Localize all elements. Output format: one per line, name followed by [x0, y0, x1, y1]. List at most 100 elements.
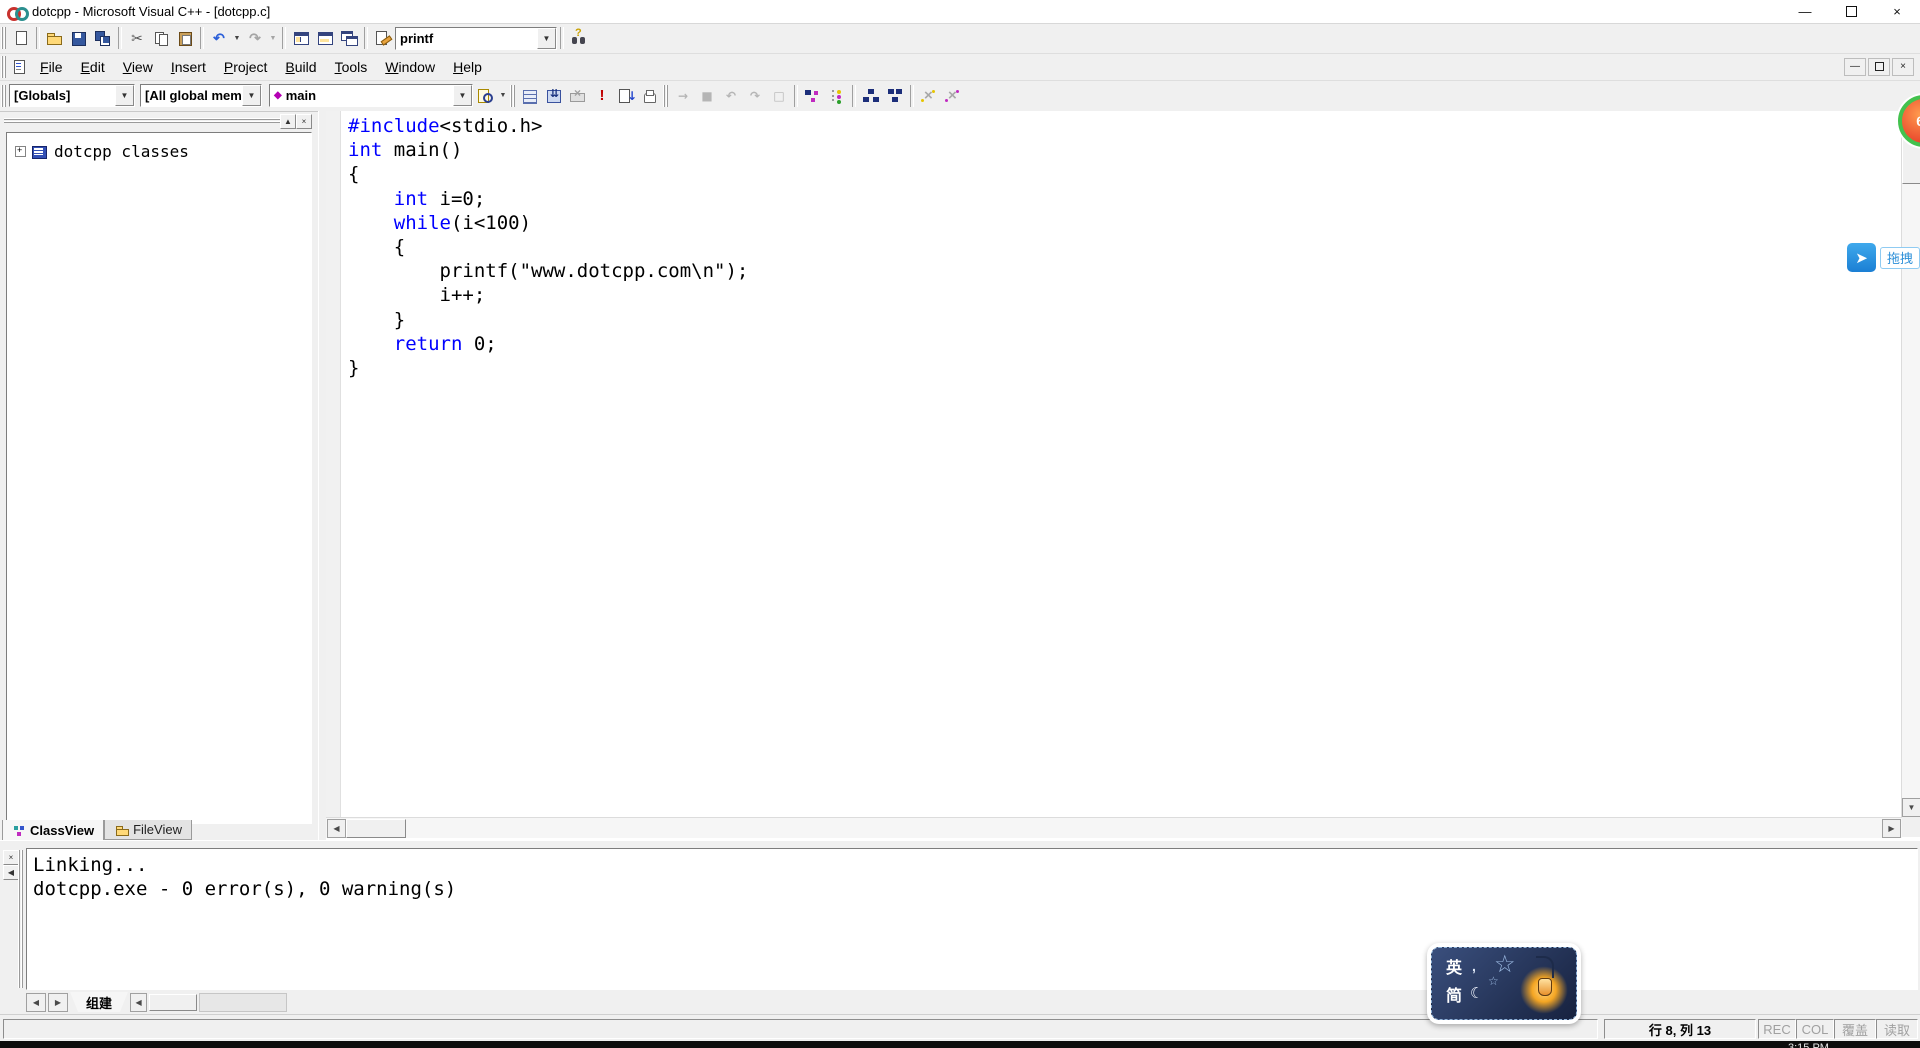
- save-button[interactable]: [67, 26, 91, 50]
- compile-button[interactable]: [518, 84, 542, 108]
- member-list-button[interactable]: [825, 84, 849, 108]
- callers-button[interactable]: [917, 84, 941, 108]
- toggle-workspace-button[interactable]: [289, 26, 313, 50]
- build-button[interactable]: [542, 84, 566, 108]
- member-combo-value[interactable]: ◆ main: [270, 85, 453, 106]
- tree-root-item[interactable]: dotcpp classes: [7, 133, 311, 161]
- stop-build-button[interactable]: [566, 84, 590, 108]
- workspace-pin-button[interactable]: ▲: [280, 114, 296, 129]
- window-list-button[interactable]: [337, 26, 361, 50]
- workspace-close-button[interactable]: ×: [296, 114, 312, 129]
- tab-scroll-right-icon[interactable]: ▶: [48, 993, 68, 1012]
- build-toolbar-gripper[interactable]: [510, 85, 515, 107]
- base-classes-button[interactable]: [859, 84, 883, 108]
- wizard-action-button[interactable]: [473, 84, 497, 108]
- output-scroll-left-icon[interactable]: ◀: [130, 993, 147, 1012]
- tab-build[interactable]: 组建: [70, 992, 128, 1012]
- find-combo[interactable]: printf ▼: [395, 27, 557, 50]
- member-combo[interactable]: ◆ main ▼: [269, 84, 473, 107]
- menu-help[interactable]: Help: [444, 55, 491, 79]
- wizard-action-dropdown[interactable]: ▼: [497, 84, 509, 108]
- menu-window[interactable]: Window: [376, 55, 444, 79]
- mdi-restore-button[interactable]: [1868, 58, 1890, 76]
- maximize-button[interactable]: [1828, 0, 1874, 23]
- toolbar-gripper[interactable]: [1, 27, 6, 49]
- debug-button-2[interactable]: ■: [695, 84, 719, 108]
- lantern-icon: [1538, 978, 1552, 996]
- save-all-button[interactable]: [91, 26, 115, 50]
- open-button[interactable]: [43, 26, 67, 50]
- execute-button[interactable]: !: [590, 84, 614, 108]
- output-scroll-track[interactable]: [199, 993, 287, 1012]
- toggle-output-button[interactable]: [313, 26, 337, 50]
- redo-button[interactable]: ↷: [243, 26, 267, 50]
- editor-vertical-scrollbar[interactable]: ▲ ▼: [1901, 111, 1920, 817]
- menu-build[interactable]: Build: [276, 55, 325, 79]
- ime-charset-toggle[interactable]: 简: [1446, 982, 1462, 1006]
- editor-horizontal-scrollbar[interactable]: ◀ ▶: [326, 817, 1902, 838]
- close-button[interactable]: ×: [1874, 0, 1920, 23]
- menu-file[interactable]: File: [31, 55, 72, 79]
- mdi-minimize-button[interactable]: —: [1844, 58, 1866, 76]
- output-collapse-button[interactable]: ◀: [3, 865, 19, 880]
- debug-button-4[interactable]: ↷: [743, 84, 767, 108]
- cut-button[interactable]: ✂: [125, 26, 149, 50]
- menu-view[interactable]: View: [114, 55, 162, 79]
- menu-tools[interactable]: Tools: [326, 55, 377, 79]
- build-output-text[interactable]: Linking... dotcpp.exe - 0 error(s), 0 wa…: [26, 848, 1918, 990]
- scope-combo[interactable]: [Globals] ▼: [9, 84, 135, 107]
- ime-language-toggle[interactable]: 英: [1446, 954, 1462, 978]
- undo-button[interactable]: ↶: [207, 26, 231, 50]
- copy-button[interactable]: [149, 26, 173, 50]
- menu-insert[interactable]: Insert: [162, 55, 215, 79]
- scroll-left-icon[interactable]: ◀: [327, 819, 346, 838]
- menu-edit[interactable]: Edit: [72, 55, 114, 79]
- redo-dropdown[interactable]: ▼: [267, 26, 279, 50]
- class-tree-button[interactable]: [801, 84, 825, 108]
- filter-combo-value[interactable]: [All global members]: [141, 85, 242, 106]
- output-scroll-thumb[interactable]: [149, 994, 197, 1011]
- go-button[interactable]: [614, 84, 638, 108]
- tab-scroll-left-icon[interactable]: ◀: [26, 993, 46, 1012]
- output-close-button[interactable]: ×: [3, 850, 19, 865]
- chevron-down-icon[interactable]: ▼: [115, 85, 134, 106]
- scroll-down-icon[interactable]: ▼: [1902, 798, 1920, 817]
- find-button[interactable]: [371, 26, 395, 50]
- debug-toolbar-gripper[interactable]: [663, 85, 668, 107]
- horizontal-scroll-thumb[interactable]: [346, 819, 406, 838]
- minimize-button[interactable]: —: [1782, 0, 1828, 23]
- tab-classview[interactable]: ClassView: [2, 820, 104, 842]
- debug-button-1[interactable]: →: [671, 84, 695, 108]
- code-lines[interactable]: #include<stdio.h>int main(){ int i=0; wh…: [348, 114, 1900, 814]
- mdi-close-button[interactable]: ×: [1892, 58, 1914, 76]
- chevron-down-icon[interactable]: ▼: [453, 85, 472, 106]
- output-gripper[interactable]: [18, 850, 23, 988]
- input-method-widget[interactable]: 英 简 , ☾ ☆ ☆: [1427, 943, 1581, 1024]
- menubar-gripper[interactable]: [1, 56, 6, 78]
- new-file-button[interactable]: [9, 26, 33, 50]
- scroll-right-icon[interactable]: ▶: [1882, 819, 1901, 838]
- selection-margin[interactable]: [326, 111, 341, 817]
- find-in-files-button[interactable]: [567, 26, 591, 50]
- code-editor[interactable]: #include<stdio.h>int main(){ int i=0; wh…: [326, 111, 1920, 840]
- expand-icon[interactable]: [15, 146, 26, 157]
- taskbar-strip[interactable]: 3:15 PM: [0, 1041, 1920, 1048]
- derived-classes-button[interactable]: [883, 84, 907, 108]
- chevron-down-icon[interactable]: ▼: [537, 28, 556, 49]
- menu-project[interactable]: Project: [215, 55, 277, 79]
- scope-combo-value[interactable]: [Globals]: [10, 85, 115, 106]
- debug-button-3[interactable]: ↶: [719, 84, 743, 108]
- workspace-gripper[interactable]: [4, 118, 282, 123]
- callees-button[interactable]: [941, 84, 965, 108]
- paste-button[interactable]: [173, 26, 197, 50]
- chevron-down-icon[interactable]: ▼: [242, 85, 261, 106]
- breakpoint-button[interactable]: [638, 84, 662, 108]
- wizardbar-gripper[interactable]: [1, 85, 6, 107]
- find-combo-value[interactable]: printf: [396, 28, 537, 49]
- filter-combo[interactable]: [All global members] ▼: [140, 84, 262, 107]
- drag-widget[interactable]: ➤ 拖拽: [1847, 243, 1920, 272]
- tab-fileview[interactable]: FileView: [104, 820, 192, 840]
- undo-dropdown[interactable]: ▼: [231, 26, 243, 50]
- drag-icon-button[interactable]: ➤: [1847, 243, 1876, 272]
- debug-button-5[interactable]: □: [767, 84, 791, 108]
